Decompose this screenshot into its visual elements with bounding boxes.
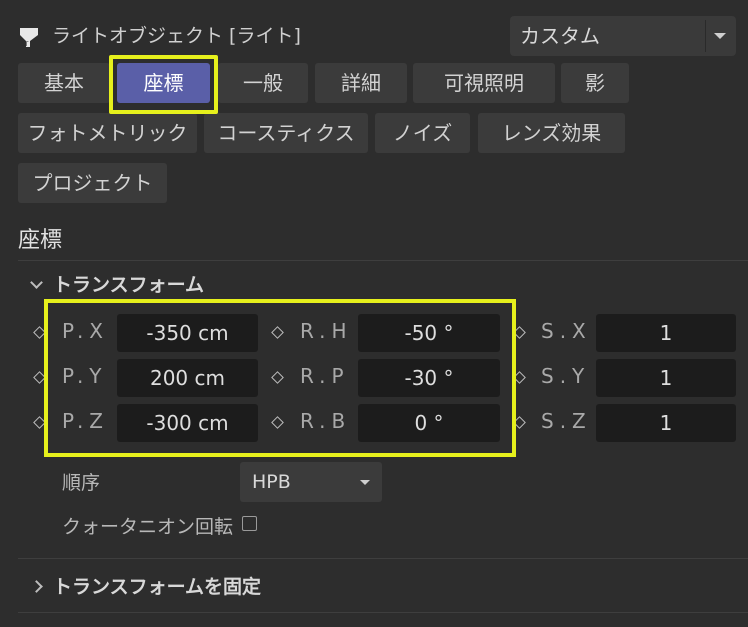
freeze-group-title: トランスフォームを固定 xyxy=(53,576,262,598)
order-label: 順序 xyxy=(62,472,101,494)
quaternion-label: クォータニオン回転 xyxy=(62,516,234,538)
sz-input[interactable]: 1 xyxy=(596,404,736,442)
mode-dropdown[interactable]: カスタム xyxy=(510,16,736,56)
tab-basic[interactable]: 基本 xyxy=(18,63,110,103)
sx-input[interactable]: 1 xyxy=(596,314,736,352)
tab-caustics[interactable]: コースティクス xyxy=(204,113,368,153)
chevron-down-icon[interactable] xyxy=(714,33,726,39)
tab-visible-light[interactable]: 可視照明 xyxy=(413,63,555,103)
section-title: 座標 xyxy=(18,228,63,253)
tab-details[interactable]: 詳細 xyxy=(315,63,407,103)
tab-lens-effects[interactable]: レンズ効果 xyxy=(478,113,625,153)
field-label-sz: S.Z xyxy=(541,409,592,433)
divider xyxy=(18,558,748,559)
divider xyxy=(18,612,748,613)
mode-value: カスタム xyxy=(520,24,600,48)
dropdown-separator xyxy=(705,20,706,52)
quaternion-checkbox[interactable] xyxy=(242,516,257,531)
field-label-sy: S.Y xyxy=(541,364,591,388)
divider xyxy=(18,260,748,261)
tab-highlight-box xyxy=(109,55,218,114)
rotation-order-dropdown[interactable]: HPB xyxy=(240,462,382,502)
transform-group-header[interactable]: トランスフォーム xyxy=(30,270,205,297)
sy-input[interactable]: 1 xyxy=(596,359,736,397)
object-title: ライトオブジェクト [ライト] xyxy=(52,25,301,47)
coordinates-highlight-box xyxy=(44,299,516,457)
chevron-right-icon xyxy=(30,580,43,593)
tab-general[interactable]: 一般 xyxy=(218,63,308,103)
tab-project[interactable]: プロジェクト xyxy=(18,163,167,203)
freeze-transform-group-header[interactable]: トランスフォームを固定 xyxy=(30,572,262,599)
tab-shadow[interactable]: 影 xyxy=(561,63,629,103)
svg-text:ST: ST xyxy=(21,41,29,48)
field-label-sx: S.X xyxy=(541,319,592,343)
tab-photometric[interactable]: フォトメトリック xyxy=(18,113,197,153)
tab-noise[interactable]: ノイズ xyxy=(375,113,470,153)
order-value: HPB xyxy=(252,471,291,493)
transform-group-title: トランスフォーム xyxy=(53,274,205,296)
chevron-down-icon xyxy=(360,480,370,485)
light-object-icon: ST xyxy=(18,26,40,48)
chevron-down-icon xyxy=(30,276,43,289)
